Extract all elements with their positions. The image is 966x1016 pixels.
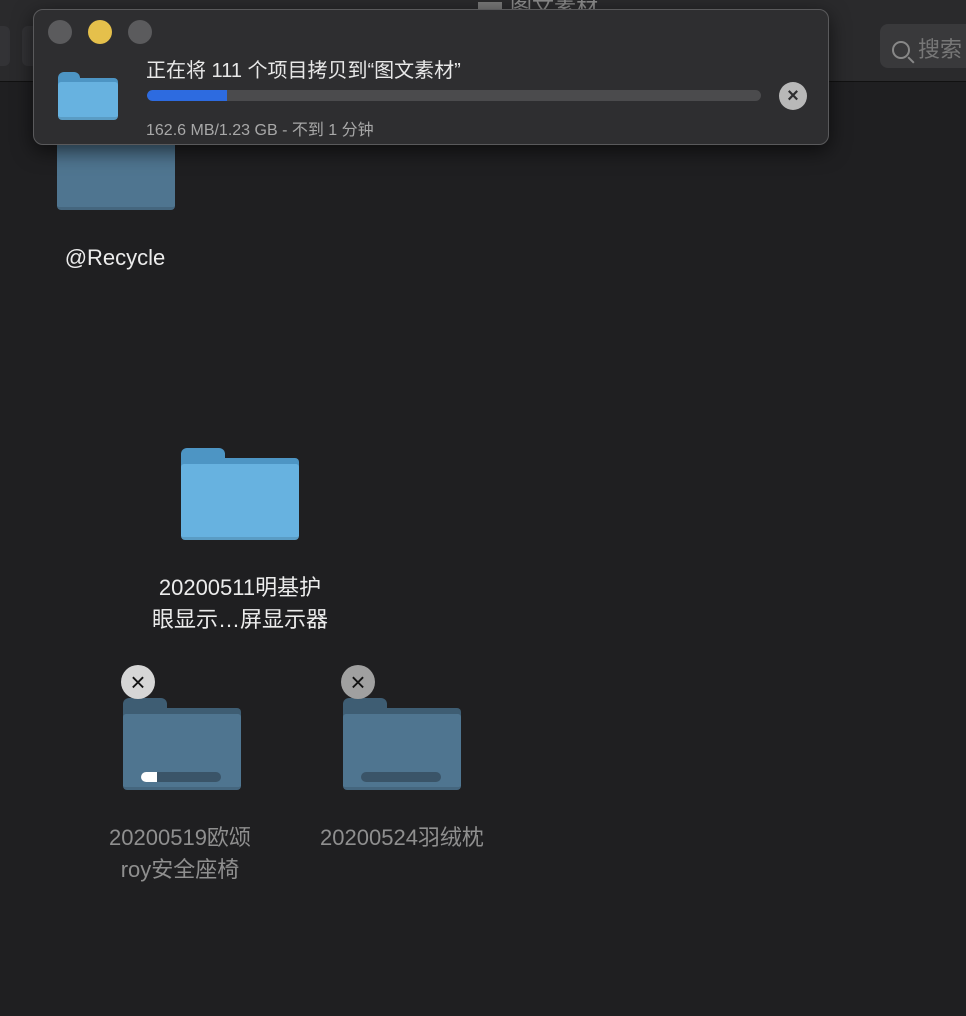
label-line: 20200519欧颂 [80,822,280,854]
label-line: 眼显示…屏显示器 [120,604,360,636]
label-line: roy安全座椅 [80,854,280,886]
search-field[interactable]: 搜索 [880,24,966,68]
copy-status: 162.6 MB/1.23 GB - 不到 1 分钟 [146,116,374,140]
copy-title: 正在将 111 个项目拷贝到“图文素材” [146,54,461,83]
cancel-item-copy-button[interactable]: × [341,665,375,699]
folder-ousong-label[interactable]: 20200519欧颂roy安全座椅 [80,822,280,886]
minimize-window-button[interactable] [88,20,112,44]
toolbar-button[interactable] [0,26,10,66]
copy-progress-fill [147,90,227,101]
folder-benq-icon[interactable] [181,448,299,540]
folder-recycle-label[interactable]: @Recycle [40,242,190,274]
copy-progress-dialog: 正在将 111 个项目拷贝到“图文素材” 162.6 MB/1.23 GB - … [33,9,829,145]
folder-icon [58,72,118,120]
copy-progress-bar [147,90,761,101]
folder-ousong-icon[interactable] [123,698,241,790]
folder-pillow-label[interactable]: 20200524羽绒枕 [290,822,514,854]
folder-pillow-icon[interactable] [343,698,461,790]
item-progress-fill [141,772,157,782]
item-progress-bar [361,772,441,782]
zoom-window-button[interactable] [128,20,152,44]
cancel-copy-button[interactable]: × [779,82,807,110]
label-line: 20200511明基护 [120,572,360,604]
close-window-button[interactable] [48,20,72,44]
item-progress-bar [141,772,221,782]
search-icon [892,41,910,59]
folder-benq-label[interactable]: 20200511明基护眼显示…屏显示器 [120,572,360,636]
cancel-item-copy-button[interactable]: × [121,665,155,699]
search-placeholder: 搜索 [918,37,962,62]
